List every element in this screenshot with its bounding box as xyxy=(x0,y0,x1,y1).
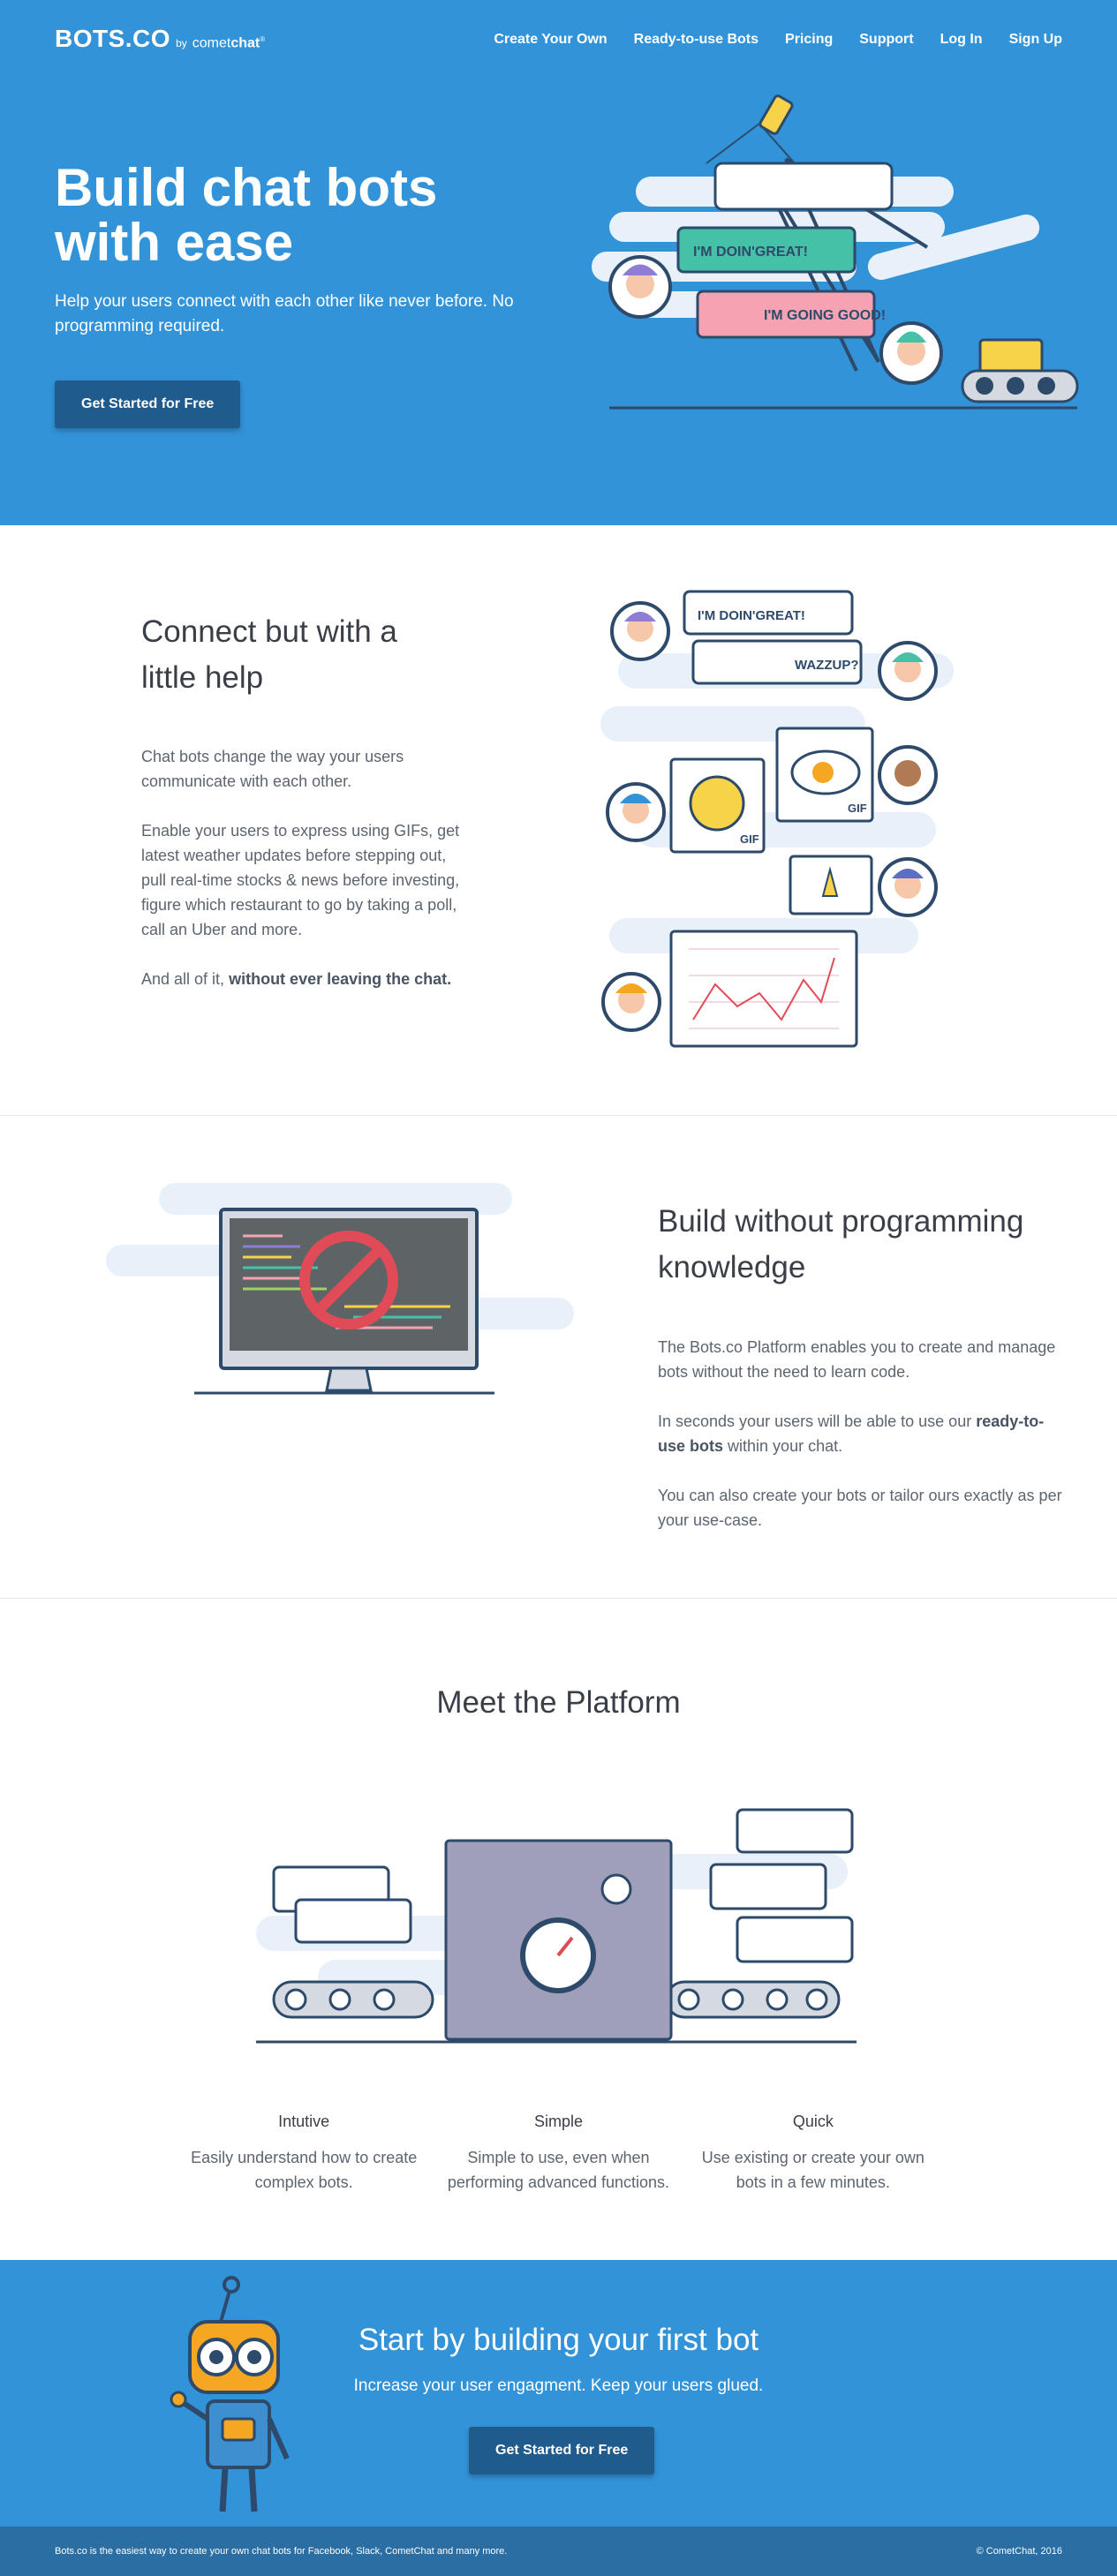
platform-machine-illustration xyxy=(256,1808,857,2044)
logo-comet-light: comet xyxy=(192,35,231,50)
section1-p3-prefix: And all of it, xyxy=(141,970,225,988)
footer: Bots.co is the easiest way to create you… xyxy=(0,2527,1117,2576)
hero-section: BOTS.CO by cometchat® Create Your Own Re… xyxy=(0,0,1117,525)
nav-create-your-own[interactable]: Create Your Own xyxy=(494,32,607,48)
section1-p3: And all of it, without ever leaving the … xyxy=(141,967,464,991)
section1-body: Chat bots change the way your users comm… xyxy=(141,744,464,1016)
nav-log-in[interactable]: Log In xyxy=(940,32,983,48)
hero-get-started-button[interactable]: Get Started for Free xyxy=(55,380,241,428)
section-divider xyxy=(0,1598,1117,1599)
small-gauge-icon xyxy=(600,1873,632,1905)
logo-brand: BOTS.CO xyxy=(55,25,171,52)
gif-label-2: GIF xyxy=(848,802,867,815)
cta-subtitle: Increase your user engagment. Keep your … xyxy=(353,2376,764,2395)
cta-section: Start by building your first bot Increas… xyxy=(0,2260,1117,2527)
chat-conversation-illustration: I'M DOIN'GREAT! WAZZUP? GIF GIF xyxy=(600,590,954,1048)
feature-title: Intutive xyxy=(278,2113,330,2130)
bubble-right-3 xyxy=(736,1916,854,1963)
section-divider xyxy=(0,1115,1117,1116)
monitor-stand xyxy=(325,1367,373,1392)
features-list: Intutive Easily understand how to create… xyxy=(177,2113,940,2195)
cta-title: Start by building your first bot xyxy=(358,2323,759,2357)
feature-simple: Simple Simple to use, even when performi… xyxy=(431,2113,685,2195)
section2-title: Build without programming knowledge xyxy=(658,1204,1024,1284)
section1-p2: Enable your users to express using GIFs,… xyxy=(141,822,460,938)
top-nav: Create Your Own Ready-to-use Bots Pricin… xyxy=(494,32,1062,48)
section2-p2-suffix: within your chat. xyxy=(728,1437,843,1455)
hero-subtitle: Help your users connect with each other … xyxy=(55,292,514,335)
feature-quick: Quick Use existing or create your own bo… xyxy=(686,2113,940,2195)
logo-cometchat: cometchat® xyxy=(192,35,265,51)
section1-p1: Chat bots change the way your users comm… xyxy=(141,748,404,790)
section3-title: Meet the Platform xyxy=(436,1685,681,1720)
bubble-wazzup-text: WAZZUP? xyxy=(795,658,859,673)
empty-bubble xyxy=(713,162,894,211)
no-code-monitor-illustration xyxy=(106,1183,574,1395)
section2-body: The Bots.co Platform enables you to crea… xyxy=(658,1335,1068,1557)
bubble-left-2 xyxy=(294,1898,412,1944)
nav-support[interactable]: Support xyxy=(859,32,913,48)
bubble-right-2 xyxy=(709,1863,827,1910)
section2-p1: The Bots.co Platform enables you to crea… xyxy=(658,1338,1056,1381)
section1-title: Connect but with a little help xyxy=(141,614,397,695)
section1-p3-bold: without ever leaving the chat. xyxy=(229,970,452,988)
section2-p2: In seconds your users will be able to us… xyxy=(658,1409,1068,1458)
feature-intutive: Intutive Easily understand how to create… xyxy=(177,2113,431,2195)
teal-bubble-text: I'M DOIN'GREAT! xyxy=(693,245,808,260)
nav-ready-to-use-bots[interactable]: Ready-to-use Bots xyxy=(634,32,759,48)
cta-get-started-button[interactable]: Get Started for Free xyxy=(469,2427,655,2474)
gif-label-1: GIF xyxy=(740,832,759,846)
section2-p3: You can also create your bots or tailor … xyxy=(658,1487,1062,1529)
section2-p2-prefix: In seconds your users will be able to us… xyxy=(658,1412,972,1430)
laughing-emoji-icon xyxy=(689,775,745,832)
pink-bubble-text: I'M GOING GOOD! xyxy=(764,308,886,323)
bubble-right-1 xyxy=(736,1808,854,1854)
logo[interactable]: BOTS.CO by cometchat® xyxy=(55,25,265,53)
nav-sign-up[interactable]: Sign Up xyxy=(1009,32,1062,48)
hero-title: Build chat bots with ease xyxy=(55,158,438,272)
logo-registered: ® xyxy=(260,34,266,43)
nav-pricing[interactable]: Pricing xyxy=(785,32,833,48)
logo-comet-bold: chat xyxy=(230,35,260,50)
feature-text: Simple to use, even when performing adva… xyxy=(447,2149,670,2191)
crane-chat-illustration: I'M DOIN'GREAT! I'M GOING GOOD! xyxy=(592,94,1079,410)
bubble-doin-great-text: I'M DOIN'GREAT! xyxy=(698,608,805,623)
robot-mascot-icon xyxy=(170,2276,290,2512)
footer-copyright: © CometChat, 2016 xyxy=(976,2546,1062,2557)
logo-by: by xyxy=(176,37,187,49)
feature-title: Simple xyxy=(533,2113,583,2130)
feature-text: Easily understand how to create complex … xyxy=(191,2149,418,2191)
footer-tagline: Bots.co is the easiest way to create you… xyxy=(55,2546,508,2557)
feature-text: Use existing or create your own bots in … xyxy=(701,2149,925,2191)
feature-title: Quick xyxy=(792,2113,834,2130)
